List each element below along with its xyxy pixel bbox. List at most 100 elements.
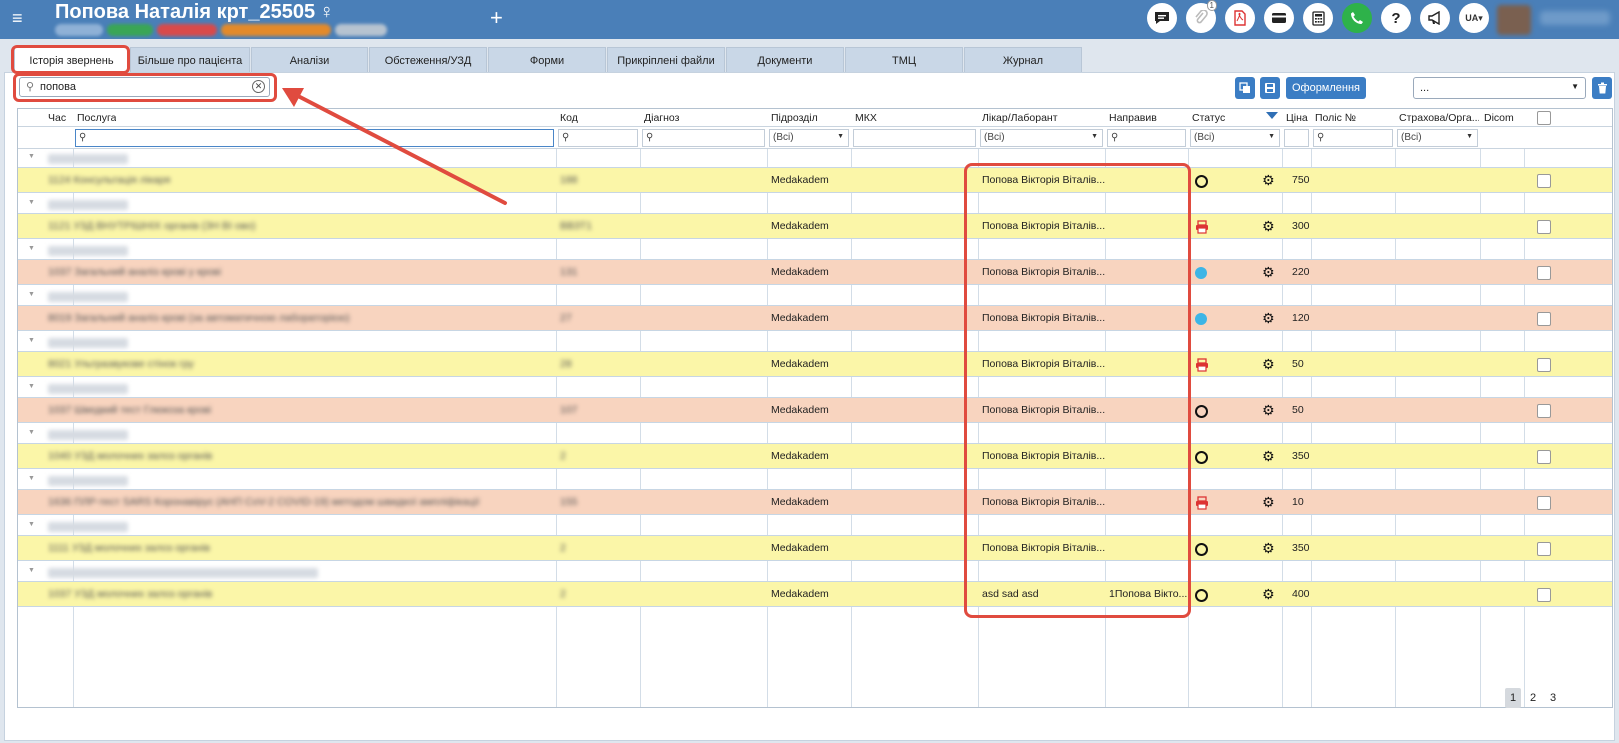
col-department[interactable]: Підрозділ xyxy=(771,112,818,124)
tab-attached-files[interactable]: Прикріплені файли xyxy=(607,47,725,73)
group-row[interactable]: ▼ xyxy=(18,517,1612,537)
select-all-checkbox[interactable] xyxy=(1537,111,1551,125)
status-open-circle-icon[interactable] xyxy=(1195,451,1208,464)
hamburger-icon[interactable]: ≡ xyxy=(12,8,23,28)
table-row[interactable]: 1040 УЗД молочних залоз органів 2 Medaka… xyxy=(18,443,1612,469)
user-name[interactable] xyxy=(1540,11,1610,25)
tab-tmc[interactable]: ТМЦ xyxy=(845,47,963,73)
group-row[interactable]: ▼ xyxy=(18,425,1612,445)
tab-more-about-patient[interactable]: Більше про пацієнта xyxy=(130,47,250,73)
collapse-chevron-icon[interactable]: ▼ xyxy=(28,337,35,344)
status-blue-dot-icon[interactable] xyxy=(1195,267,1207,279)
collapse-chevron-icon[interactable]: ▼ xyxy=(28,475,35,482)
policy-filter-input[interactable]: ⚲ xyxy=(1313,129,1393,147)
price-filter-input[interactable] xyxy=(1284,129,1309,147)
collapse-chevron-icon[interactable]: ▼ xyxy=(28,567,35,574)
group-row[interactable]: ▼ xyxy=(18,563,1612,583)
gear-icon[interactable]: ⚙ xyxy=(1262,403,1275,417)
attachment-icon[interactable]: 1 xyxy=(1186,0,1217,33)
group-row[interactable]: ▼ xyxy=(18,379,1612,399)
printer-icon[interactable] xyxy=(1195,220,1209,234)
gear-icon[interactable]: ⚙ xyxy=(1262,265,1275,279)
table-row[interactable]: 1037 Загальний аналіз крові у крові 131 … xyxy=(18,259,1612,285)
printer-icon[interactable] xyxy=(1195,358,1209,372)
language-selector[interactable]: UA ▾ xyxy=(1459,3,1489,33)
row-checkbox[interactable] xyxy=(1537,588,1551,602)
group-row[interactable]: ▼ xyxy=(18,287,1612,307)
col-policy[interactable]: Поліс № xyxy=(1315,112,1356,124)
doctor-filter-select[interactable]: (Всі) ▼ xyxy=(980,129,1103,147)
row-checkbox[interactable] xyxy=(1537,496,1551,510)
table-row[interactable]: 1124 Консультація лікаря 188 Medakadem П… xyxy=(18,167,1612,193)
col-status[interactable]: Статус xyxy=(1192,112,1225,124)
page-2[interactable]: 2 xyxy=(1525,688,1541,708)
status-open-circle-icon[interactable] xyxy=(1195,405,1208,418)
page-3[interactable]: 3 xyxy=(1545,688,1561,708)
save-button[interactable] xyxy=(1260,77,1280,99)
department-filter-select[interactable]: (Всі) ▼ xyxy=(769,129,849,147)
table-row[interactable]: 8021 Ультразвукове стінок гру 28 Medakad… xyxy=(18,351,1612,377)
gear-icon[interactable]: ⚙ xyxy=(1262,173,1275,187)
megaphone-icon[interactable] xyxy=(1420,3,1450,33)
gear-icon[interactable]: ⚙ xyxy=(1262,541,1275,555)
copy-button[interactable] xyxy=(1235,77,1255,99)
row-checkbox[interactable] xyxy=(1537,542,1551,556)
row-checkbox[interactable] xyxy=(1537,404,1551,418)
filter-funnel-icon[interactable] xyxy=(1266,112,1278,119)
group-row[interactable]: ▼ xyxy=(18,471,1612,491)
collapse-chevron-icon[interactable]: ▼ xyxy=(28,153,35,160)
collapse-chevron-icon[interactable]: ▼ xyxy=(28,383,35,390)
col-code[interactable]: Код xyxy=(560,112,578,124)
oformlennya-button[interactable]: Оформлення xyxy=(1286,77,1366,99)
printer-icon[interactable] xyxy=(1195,496,1209,510)
row-checkbox[interactable] xyxy=(1537,174,1551,188)
row-checkbox[interactable] xyxy=(1537,312,1551,326)
group-row[interactable]: ▼ xyxy=(18,333,1612,353)
col-diagnosis[interactable]: Діагноз xyxy=(644,112,679,124)
status-blue-dot-icon[interactable] xyxy=(1195,313,1207,325)
delete-button[interactable] xyxy=(1592,77,1612,99)
table-row[interactable]: 1037 УЗД молочних залоз органів 2 Medaka… xyxy=(18,581,1612,607)
collapse-chevron-icon[interactable]: ▼ xyxy=(28,245,35,252)
group-row[interactable]: ▼ xyxy=(18,241,1612,261)
code-filter-input[interactable]: ⚲ xyxy=(558,129,638,147)
tab-examinations[interactable]: Обстеження/УЗД xyxy=(369,47,487,73)
user-avatar[interactable] xyxy=(1497,5,1531,35)
diagnosis-filter-input[interactable]: ⚲ xyxy=(642,129,765,147)
phone-icon[interactable] xyxy=(1342,3,1372,33)
gear-icon[interactable]: ⚙ xyxy=(1262,357,1275,371)
action-select[interactable]: ... ▼ xyxy=(1413,77,1586,99)
tab-documents[interactable]: Документи xyxy=(726,47,844,73)
status-filter-select[interactable]: (Всі) ▼ xyxy=(1190,129,1280,147)
col-price[interactable]: Ціна xyxy=(1286,112,1308,124)
gear-icon[interactable]: ⚙ xyxy=(1262,449,1275,463)
insurance-filter-select[interactable]: (Всі) ▼ xyxy=(1397,129,1478,147)
tab-journal[interactable]: Журнал xyxy=(964,47,1082,73)
tab-analyses[interactable]: Аналізи xyxy=(251,47,368,73)
page-1[interactable]: 1 xyxy=(1505,688,1521,708)
add-tab-plus-icon[interactable]: + xyxy=(490,6,503,30)
gear-icon[interactable]: ⚙ xyxy=(1262,311,1275,325)
gear-icon[interactable]: ⚙ xyxy=(1262,587,1275,601)
tab-forms[interactable]: Форми xyxy=(488,47,606,73)
collapse-chevron-icon[interactable]: ▼ xyxy=(28,429,35,436)
table-row[interactable]: 8019 Загальний аналіз крові (за автомати… xyxy=(18,305,1612,331)
collapse-chevron-icon[interactable]: ▼ xyxy=(28,199,35,206)
gear-icon[interactable]: ⚙ xyxy=(1262,495,1275,509)
col-dicom[interactable]: Dicom xyxy=(1484,112,1514,124)
group-row[interactable]: ▼ xyxy=(18,195,1612,215)
table-row[interactable]: 1111 УЗД молочних залоз органів 2 Medaka… xyxy=(18,535,1612,561)
table-row[interactable]: 1636 ПЛР-тест SARS Коронавірус (АНП CoV-… xyxy=(18,489,1612,515)
help-icon[interactable]: ? xyxy=(1381,3,1411,33)
group-row[interactable]: ▼ xyxy=(18,149,1612,169)
service-filter-input[interactable]: ⚲ xyxy=(75,129,554,147)
table-row[interactable]: 1037 Шведкий тест Глюкоза крові 107 Meda… xyxy=(18,397,1612,423)
row-checkbox[interactable] xyxy=(1537,358,1551,372)
table-row[interactable]: 1121 УЗД ВНУТРІШНІХ органів (ЗН ВІ ово) … xyxy=(18,213,1612,239)
row-checkbox[interactable] xyxy=(1537,450,1551,464)
col-insurance[interactable]: Страхова/Орга... xyxy=(1399,112,1479,124)
gear-icon[interactable]: ⚙ xyxy=(1262,219,1275,233)
collapse-chevron-icon[interactable]: ▼ xyxy=(28,521,35,528)
status-open-circle-icon[interactable] xyxy=(1195,589,1208,602)
pdf-icon[interactable] xyxy=(1225,3,1255,33)
